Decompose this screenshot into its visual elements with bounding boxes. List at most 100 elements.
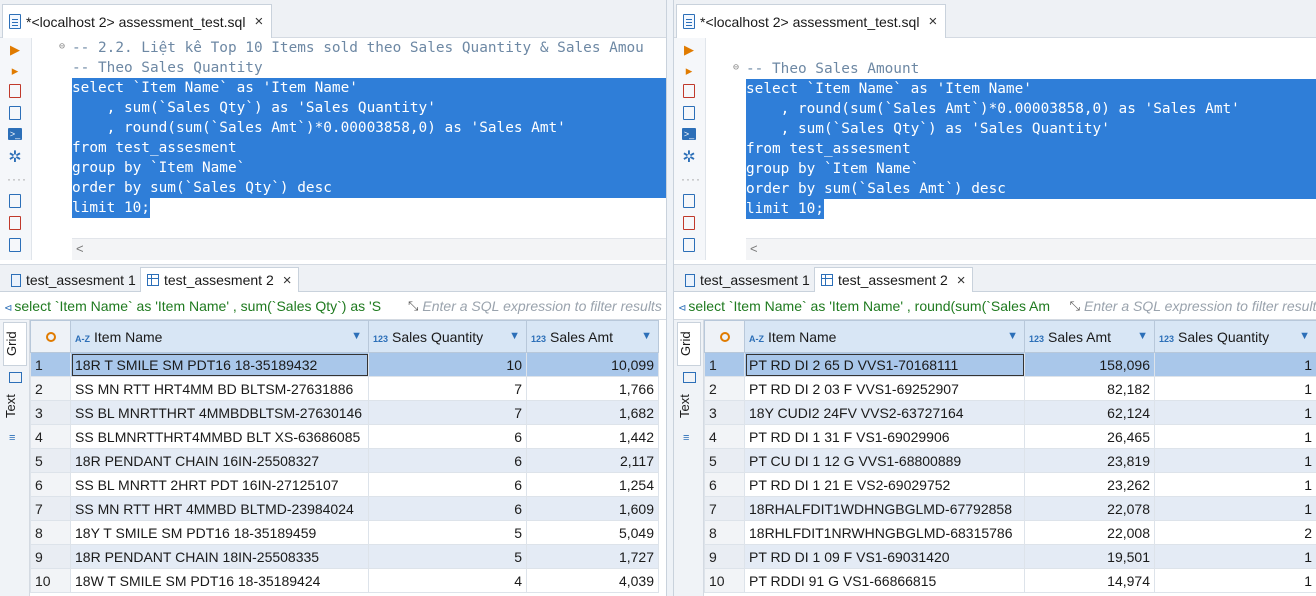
row-number[interactable]: 3 [31,401,71,425]
table-cell[interactable]: PT RD DI 1 21 E VS2-69029752 [745,473,1025,497]
table-cell[interactable]: 1,442 [527,425,659,449]
table-row[interactable]: 518R PENDANT CHAIN 16IN-2550832762,117 [31,449,659,473]
table-cell[interactable]: 18R T SMILE SM PDT16 18-35189432 [71,353,369,377]
result-tab-2[interactable]: test_assesment 2 × [140,267,299,293]
table-cell[interactable]: 1 [1155,545,1316,569]
table-cell[interactable]: 1 [1155,497,1316,521]
table-cell[interactable]: 18W T SMILE SM PDT16 18-35189424 [71,569,369,593]
table-cell[interactable]: 6 [369,473,527,497]
table-row[interactable]: 718RHALFDIT1WDHNGBGLMD-6779285822,0781 [705,497,1316,521]
execute-icon[interactable]: ▶ [7,42,23,58]
table-cell[interactable]: 1,766 [527,377,659,401]
table-row[interactable]: 318Y CUDI2 24FV VVS2-6372716462,1241 [705,401,1316,425]
row-number[interactable]: 3 [705,401,745,425]
table-cell[interactable]: 5 [369,545,527,569]
table-cell[interactable]: 1,254 [527,473,659,497]
row-number[interactable]: 1 [31,353,71,377]
sort-icon[interactable]: ▼ [641,330,652,342]
filter-input[interactable]: Enter a SQL expression to filter results [1084,298,1316,314]
text-view-button[interactable]: Text [677,386,701,426]
table-cell[interactable]: 22,008 [1025,521,1155,545]
result-tab-1[interactable]: test_assesment 1 [678,267,817,293]
row-number[interactable]: 4 [705,425,745,449]
explain-icon[interactable] [9,84,21,98]
table-cell[interactable]: SS BL MNRTTHRT 4MMBDBLTSM-27630146 [71,401,369,425]
table-cell[interactable]: 10,099 [527,353,659,377]
fold-icon[interactable]: ⊖ [733,62,739,73]
table-cell[interactable]: PT RD DI 2 03 F VVS1-69252907 [745,377,1025,401]
table-row[interactable]: 1PT RD DI 2 65 D VVS1-70168111158,0961 [705,353,1316,377]
editor-tab[interactable]: *<localhost 2> assessment_test.sql × [2,4,272,38]
row-number[interactable]: 8 [31,521,71,545]
export-icon[interactable] [683,194,695,208]
editor-horizontal-scrollbar[interactable]: < [746,238,1316,260]
table-row[interactable]: 2SS MN RTT HRT4MM BD BLTSM-2763188671,76… [31,377,659,401]
table-cell[interactable]: 2,117 [527,449,659,473]
table-row[interactable]: 918R PENDANT CHAIN 18IN-2550833551,727 [31,545,659,569]
table-cell[interactable]: 1,682 [527,401,659,425]
table-cell[interactable]: 1 [1155,569,1316,593]
table-cell[interactable]: 26,465 [1025,425,1155,449]
result-tab-1[interactable]: test_assesment 1 [4,267,143,293]
result-tab-2[interactable]: test_assesment 2 × [814,267,973,293]
expand-icon[interactable]: ⤡ [1070,298,1080,314]
table-row[interactable]: 7SS MN RTT HRT 4MMBD BLTMD-2398402461,60… [31,497,659,521]
table-row[interactable]: 818Y T SMILE SM PDT16 18-3518945955,049 [31,521,659,545]
column-header[interactable]: 123Sales Quantity▼ [369,321,527,353]
row-number[interactable]: 10 [31,569,71,593]
execute-icon[interactable]: ▶ [681,42,697,58]
table-cell[interactable]: 1 [1155,353,1316,377]
text-icon[interactable]: ≡ [9,432,15,444]
scroll-left-icon[interactable]: < [750,241,758,256]
row-number[interactable]: 6 [31,473,71,497]
table-cell[interactable]: 62,124 [1025,401,1155,425]
table-cell[interactable]: 1 [1155,425,1316,449]
text-icon[interactable]: ≡ [683,432,689,444]
table-cell[interactable]: PT RDDI 91 G VS1-66866815 [745,569,1025,593]
table-cell[interactable]: 1 [1155,401,1316,425]
filter-input[interactable]: Enter a SQL expression to filter results [422,298,661,314]
row-number[interactable]: 8 [705,521,745,545]
table-cell[interactable]: 2 [1155,521,1316,545]
table-cell[interactable]: 23,262 [1025,473,1155,497]
table-row[interactable]: 4PT RD DI 1 31 F VS1-6902990626,4651 [705,425,1316,449]
row-number[interactable]: 6 [705,473,745,497]
row-number[interactable]: 5 [31,449,71,473]
grid-view-button[interactable]: Grid [677,322,701,366]
format-icon[interactable] [9,238,21,252]
row-number[interactable]: 5 [705,449,745,473]
table-cell[interactable]: 14,974 [1025,569,1155,593]
expand-icon[interactable]: ⤡ [408,298,418,314]
table-row[interactable]: 5PT CU DI 1 12 G VVS1-6880088923,8191 [705,449,1316,473]
table-cell[interactable]: 7 [369,377,527,401]
sql-editor[interactable]: ⊖ -- 2.2. Liệt kê Top 10 Items sold theo… [40,38,666,260]
row-number[interactable]: 7 [705,497,745,521]
table-cell[interactable]: 1 [1155,473,1316,497]
table-cell[interactable]: PT RD DI 2 65 D VVS1-70168111 [745,353,1025,377]
table-cell[interactable]: 6 [369,497,527,521]
load-plan-icon[interactable] [683,106,695,120]
close-icon[interactable]: × [928,13,937,30]
sort-icon[interactable]: ▼ [1007,330,1018,342]
grid-icon[interactable] [9,372,22,383]
table-cell[interactable]: 23,819 [1025,449,1155,473]
sort-icon[interactable]: ▼ [509,330,520,342]
table-cell[interactable]: 1,727 [527,545,659,569]
table-row[interactable]: 4SS BLMNRTTHRT4MMBD BLT XS-6368608561,44… [31,425,659,449]
import-icon[interactable] [9,216,21,230]
table-cell[interactable]: 158,096 [1025,353,1155,377]
table-row[interactable]: 1018W T SMILE SM PDT16 18-3518942444,039 [31,569,659,593]
table-cell[interactable]: 1 [1155,377,1316,401]
table-cell[interactable]: 5,049 [527,521,659,545]
row-number[interactable]: 7 [31,497,71,521]
table-cell[interactable]: SS MN RTT HRT 4MMBD BLTMD-23984024 [71,497,369,521]
table-cell[interactable]: PT CU DI 1 12 G VVS1-68800889 [745,449,1025,473]
table-cell[interactable]: 6 [369,425,527,449]
table-cell[interactable]: 4,039 [527,569,659,593]
export-icon[interactable] [9,194,21,208]
fold-icon[interactable]: ⊖ [59,41,65,52]
column-header[interactable]: 123Sales Amt▼ [527,321,659,353]
sql-editor[interactable]: ⊖ -- Theo Sales Amount select `Item Name… [714,38,1316,260]
table-cell[interactable]: 19,501 [1025,545,1155,569]
table-cell[interactable]: 1,609 [527,497,659,521]
